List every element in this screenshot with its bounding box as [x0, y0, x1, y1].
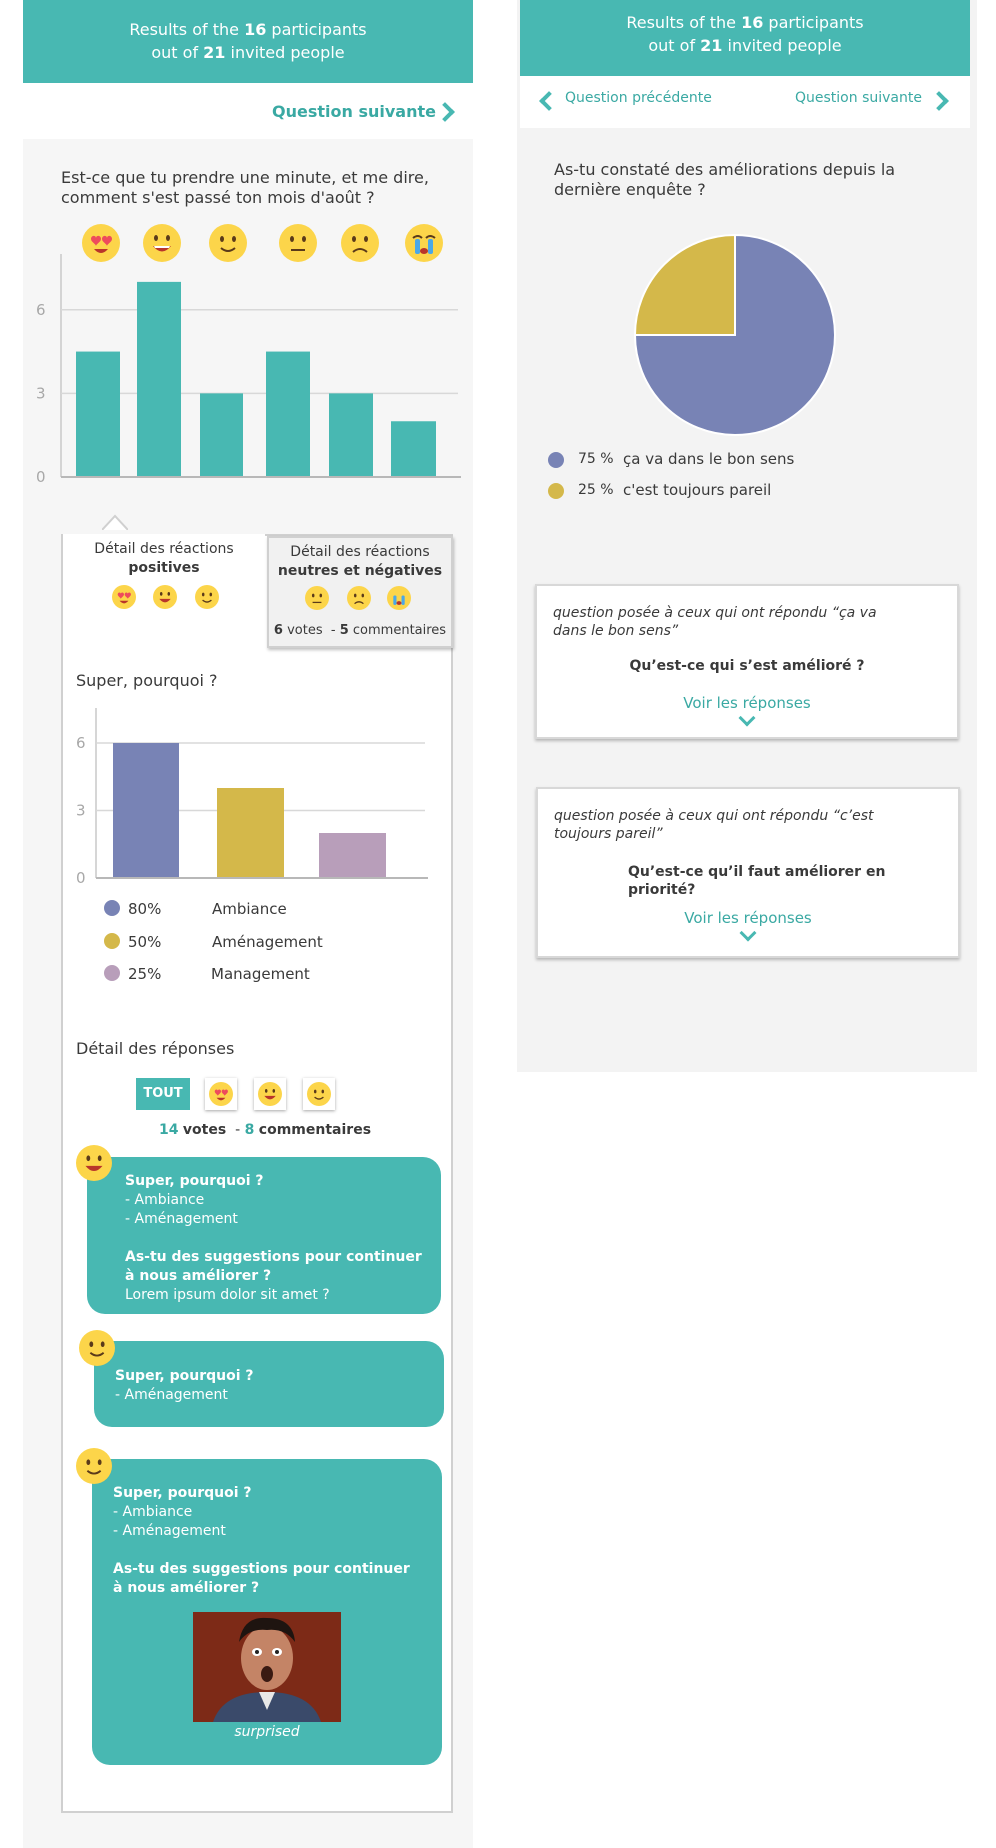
- crying-face-icon: [387, 586, 411, 610]
- legend-percent: 80%: [128, 900, 162, 918]
- left-results-header: Results of the 16 participants out of 21…: [23, 0, 473, 83]
- y-tick-label: 6: [36, 301, 46, 319]
- response-card: Super, pourquoi ? - Ambiance - Aménageme…: [92, 1459, 442, 1765]
- legend-swatch: [104, 965, 120, 981]
- y-tick-label: 3: [76, 802, 86, 820]
- legend-label: c'est toujours pareil: [623, 481, 772, 499]
- legend-item: 75 % ça va dans le bon sens: [548, 448, 848, 468]
- participants-count: 16: [244, 20, 267, 39]
- filter-smile-button[interactable]: [303, 1078, 335, 1110]
- gif-caption: surprised: [234, 1724, 300, 1740]
- legend-item: 80% Ambiance: [100, 898, 400, 918]
- legend-swatch: [548, 452, 564, 468]
- heart-eyes-icon: [112, 585, 136, 609]
- bar-aménagement: [217, 788, 284, 878]
- invited-count: 21: [700, 36, 723, 55]
- filter-heart-eyes-button[interactable]: [205, 1078, 237, 1110]
- grin-icon: [258, 1082, 282, 1106]
- legend-percent: 25%: [128, 965, 162, 983]
- legend-swatch: [104, 932, 120, 949]
- bar-management: [319, 833, 386, 878]
- neutral-face-icon: [305, 586, 329, 610]
- smile-icon: [307, 1082, 331, 1106]
- sub-bar-chart: 0 3 6: [76, 708, 428, 885]
- legend-label: Management: [211, 965, 310, 983]
- bar-ambiance: [113, 743, 179, 878]
- legend-percent: 25 %: [578, 482, 614, 498]
- y-tick-label: 3: [36, 384, 46, 402]
- response-card: Super, pourquoi ? - Aménagement: [94, 1341, 444, 1427]
- grin-icon: [76, 1145, 112, 1181]
- next-question-link[interactable]: Question suivante: [272, 102, 436, 121]
- bar-heart-eyes: [76, 351, 120, 477]
- bar-smile: [200, 393, 243, 477]
- tab-pointer: [102, 514, 128, 530]
- legend-swatch: [548, 483, 564, 499]
- smile-icon: [76, 1448, 112, 1484]
- smile-icon: [79, 1330, 115, 1366]
- filter-all-button[interactable]: TOUT: [136, 1078, 190, 1110]
- legend-item: 25% Management: [100, 963, 400, 983]
- heart-eyes-icon: [209, 1082, 233, 1106]
- question-title: Est-ce que tu prendre une minute, et me …: [61, 168, 429, 207]
- chevron-down-icon[interactable]: [739, 924, 757, 942]
- tab-positive[interactable]: Détail des réactions positives: [63, 534, 265, 644]
- negative-votes-summary: 6 votes - 5 commentaires: [273, 623, 447, 638]
- sad-face-icon: [347, 586, 371, 610]
- smile-icon: [195, 585, 219, 609]
- sub-question-title: Super, pourquoi ?: [76, 671, 218, 690]
- filter-grin-button[interactable]: [254, 1078, 286, 1110]
- bar-sad: [329, 393, 373, 477]
- y-tick-label: 0: [76, 869, 86, 885]
- legend-percent: 75 %: [578, 451, 614, 467]
- y-tick-label: 0: [36, 468, 46, 485]
- tab-neutral-negative[interactable]: Détail des réactions neutres et négative…: [267, 536, 453, 648]
- followup-card: question posée à ceux qui ont répondu “ç…: [535, 584, 959, 739]
- legend-label: Aménagement: [212, 932, 323, 951]
- followup-question: Qu’est-ce qui s’est amélioré ?: [629, 658, 865, 674]
- grin-icon: [153, 585, 177, 609]
- chevron-down-icon[interactable]: [738, 709, 756, 727]
- responses-summary: 14 votes - 8 commentaires: [158, 1122, 372, 1138]
- legend-swatch: [104, 900, 120, 916]
- legend-percent: 50%: [128, 932, 162, 951]
- bar-crying: [391, 421, 436, 477]
- legend-item: 25 % c'est toujours pareil: [548, 479, 848, 499]
- responses-title: Détail des réponses: [76, 1039, 235, 1058]
- next-question-link[interactable]: Question suivante: [795, 90, 922, 106]
- response-card: Super, pourquoi ? - Ambiance - Aménageme…: [87, 1157, 441, 1314]
- legend-item: 50% Aménagement: [100, 931, 400, 951]
- bar-grin: [137, 281, 181, 477]
- y-tick-label: 6: [76, 734, 86, 752]
- followup-question: Qu’est-ce qu’il faut améliorer en priori…: [628, 864, 886, 898]
- pie-slice: [633, 233, 736, 336]
- followup-card: question posée à ceux qui ont répondu “c…: [536, 787, 960, 958]
- main-bar-chart: 0 3 6: [36, 254, 461, 485]
- pie-chart: [633, 233, 836, 436]
- right-results-header: Results of the 16 participants out of 21…: [520, 0, 970, 76]
- legend-label: Ambiance: [212, 900, 287, 918]
- participants-count: 16: [741, 13, 764, 32]
- surprised-gif-image: [193, 1612, 341, 1722]
- question-title: As-tu constaté des améliorations depuis …: [554, 160, 896, 199]
- previous-question-link[interactable]: Question précédente: [565, 90, 712, 106]
- legend-label: ça va dans le bon sens: [623, 450, 795, 468]
- bar-neutral: [266, 351, 310, 477]
- invited-count: 21: [203, 43, 226, 62]
